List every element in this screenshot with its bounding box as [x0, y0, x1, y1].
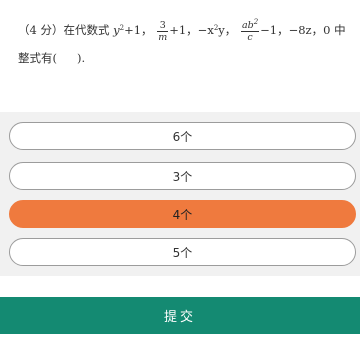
fraction-2-numerator: ab2: [240, 17, 260, 32]
term-3-tail: y，: [218, 23, 237, 37]
fraction-2-numerator-base: ab: [241, 19, 254, 31]
question-line-2: 整式有().: [18, 44, 348, 72]
question-line-2-start: 整式有(: [18, 51, 57, 65]
question-line-1: （4 分）在代数式 y2+1， 3 m +1，−x2y， ab2 c −1，−8…: [18, 16, 348, 44]
fraction-ab2-over-c: ab2 c: [240, 17, 260, 43]
option-b-label: 3个: [172, 169, 193, 184]
fraction-3-over-m: 3 m: [157, 20, 169, 43]
option-d[interactable]: 5个: [9, 238, 356, 266]
submit-button-label: 提交: [163, 310, 196, 325]
option-a-label: 6个: [172, 129, 193, 144]
option-b[interactable]: 3个: [9, 162, 356, 190]
option-c-label: 4个: [172, 207, 193, 222]
fraction-1-denominator: m: [158, 31, 168, 43]
fraction-2-denominator: c: [247, 31, 253, 43]
fraction-1-numerator: 3: [157, 20, 169, 32]
submit-button[interactable]: 提交: [0, 297, 360, 334]
question-text: （4 分）在代数式 y2+1， 3 m +1，−x2y， ab2 c −1，−8…: [18, 16, 348, 72]
question-line-2-end: ).: [77, 51, 86, 65]
fraction-2-numerator-exponent: 2: [253, 17, 259, 26]
term-1-tail: +1，: [124, 23, 153, 37]
question-intro: 在代数式: [63, 23, 110, 37]
option-a[interactable]: 6个: [9, 122, 356, 150]
options-panel: 6个 3个 4个 5个: [0, 112, 360, 276]
fraction-2-tail: −1，−8z，0 中: [260, 23, 346, 37]
fraction-1-tail: +1，−x: [169, 23, 214, 37]
question-score: （4 分）: [18, 23, 64, 37]
option-c[interactable]: 4个: [9, 200, 356, 228]
option-d-label: 5个: [172, 245, 193, 260]
